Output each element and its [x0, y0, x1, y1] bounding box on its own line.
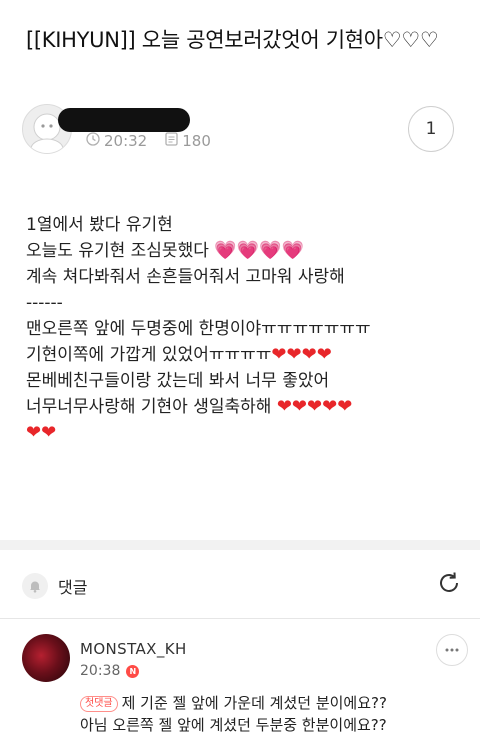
red-heart-icon: ❤: [286, 344, 302, 365]
body-line-2: 오늘도 유기현 조심못했다 💗💗💗💗: [26, 240, 304, 261]
clock-icon: [86, 132, 100, 150]
body-line-4: ------: [26, 293, 63, 313]
pink-heart-icon: 💗: [236, 240, 260, 261]
section-divider: [0, 540, 480, 550]
red-heart-icon: ❤: [337, 396, 353, 417]
red-heart-icon: ❤: [307, 396, 323, 417]
comments-label: 댓글: [58, 578, 88, 597]
red-heart-icon: ❤: [276, 396, 292, 417]
body-line-8: 너무너무사랑해 기현아 생일축하해 ❤❤❤❤❤: [26, 396, 353, 417]
comment-time: 20:38: [80, 663, 121, 679]
comment-count-button[interactable]: 1: [408, 106, 454, 152]
red-heart-icon: ❤: [322, 396, 338, 417]
body-line-5: 맨오른쪽 앞에 두명중에 한명이야ㅠㅠㅠㅠㅠㅠㅠ: [26, 319, 371, 339]
comment-text: 첫댓글 제 기준 젤 앞에 가운데 계셨던 분이에요?? 아님 오른쪽 젤 앞에 …: [80, 694, 387, 734]
author-row: 20:32 180 1: [22, 104, 462, 156]
post-meta: 20:32 180: [86, 132, 211, 150]
redacted-author-name: [58, 108, 190, 132]
post-body: 1열에서 봤다 유기현 오늘도 유기현 조심못했다 💗💗💗💗 계속 쳐다봐줘서 …: [26, 212, 466, 446]
bell-icon[interactable]: [22, 573, 48, 599]
post-title: [[KIHYUN]] 오늘 공연보러갔엇어 기현아♡♡♡: [26, 28, 439, 52]
more-icon[interactable]: [436, 634, 468, 666]
pink-heart-icon: 💗: [214, 240, 237, 261]
red-heart-icon: ❤: [291, 396, 308, 417]
body-line-9: ❤❤: [26, 420, 466, 446]
first-comment-badge: 첫댓글: [80, 696, 118, 712]
comment-time-row: 20:38 N: [80, 663, 140, 679]
red-heart-icon: ❤: [41, 422, 57, 443]
body-line-1: 1열에서 봤다 유기현: [26, 215, 173, 235]
red-heart-icon: ❤: [301, 344, 317, 365]
commenter-avatar[interactable]: [22, 634, 70, 682]
body-line-7: 몬베베친구들이랑 갔는데 봐서 너무 좋았어: [26, 371, 330, 391]
body-line-3: 계속 쳐다봐줘서 손흔들어줘서 고마워 사랑해: [26, 267, 345, 287]
divider: [0, 618, 480, 619]
red-heart-icon: ❤: [271, 344, 287, 365]
refresh-icon[interactable]: [436, 570, 462, 603]
comment-item: MONSTAX_KH 20:38 N 첫댓글 제 기준 젤 앞에 가운데 계셨던 …: [22, 632, 468, 752]
pink-heart-icon: 💗: [281, 240, 304, 261]
post-time: 20:32: [104, 132, 148, 150]
pink-heart-icon: 💗: [259, 240, 282, 261]
red-heart-icon: ❤: [26, 422, 42, 443]
red-heart-icon: ❤: [316, 344, 332, 365]
document-icon: [165, 132, 178, 150]
post-views: 180: [182, 132, 211, 150]
comments-header: 댓글: [22, 568, 462, 604]
commenter-name[interactable]: MONSTAX_KH: [80, 640, 187, 658]
body-line-6: 기현이쪽에 가깝게 있었어ㅠㅠㅠㅠ❤❤❤❤: [26, 344, 332, 365]
new-badge: N: [126, 664, 140, 678]
